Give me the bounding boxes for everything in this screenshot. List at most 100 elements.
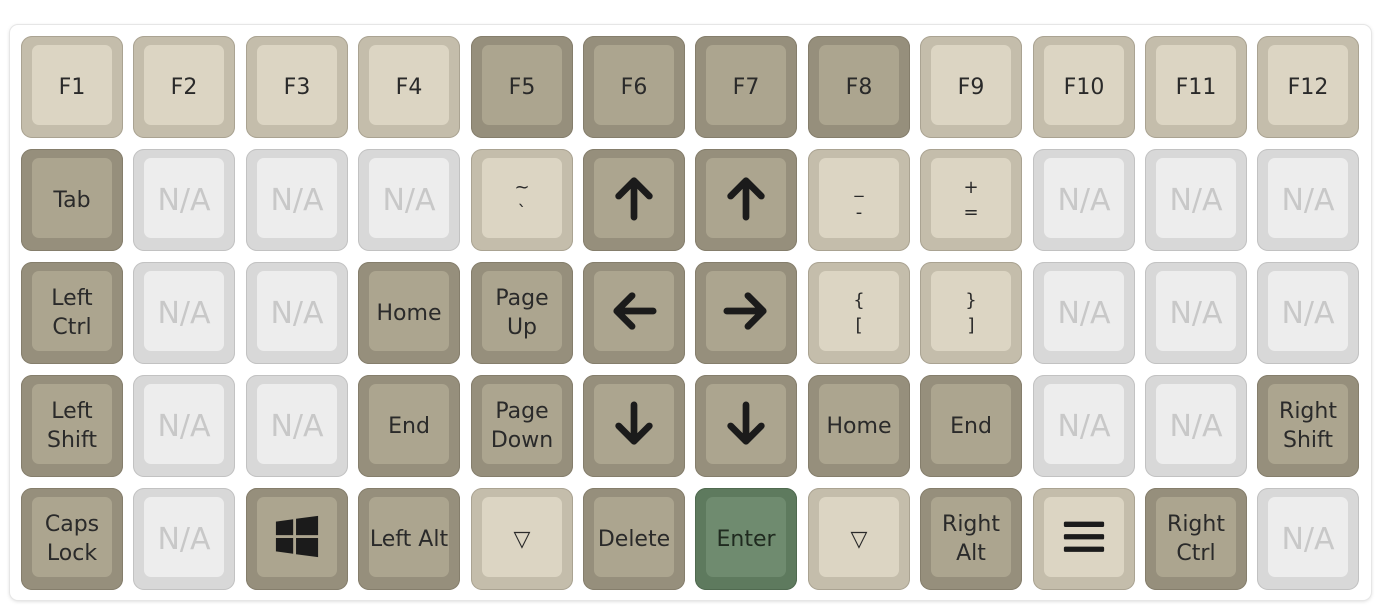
key-symbol-r1c4[interactable]: ~ ` — [471, 149, 573, 251]
key-label: Left Shift — [46, 399, 97, 453]
key-symbol-r1c8[interactable]: + = — [920, 149, 1022, 251]
arrow-left-icon — [611, 288, 657, 338]
key-label: N/A — [1169, 408, 1223, 444]
key-n-a-r2c11[interactable]: N/A — [1257, 262, 1359, 364]
key-label: N/A — [1057, 182, 1111, 218]
key-f6-r0c5[interactable]: F6 — [583, 36, 685, 138]
key-label: Left Ctrl — [51, 286, 93, 340]
key-label: Home — [376, 300, 442, 326]
key-right-shift-r3c11[interactable]: Right Shift — [1257, 375, 1359, 477]
key-n-a-r2c2[interactable]: N/A — [246, 262, 348, 364]
arrow-down-icon — [723, 401, 769, 451]
key-label: Home — [826, 413, 892, 439]
key-label: N/A — [270, 182, 324, 218]
key-n-a-r1c2[interactable]: N/A — [246, 149, 348, 251]
key-n-a-r3c2[interactable]: N/A — [246, 375, 348, 477]
key-label: N/A — [1169, 295, 1223, 331]
key-label: Right Alt — [942, 512, 1000, 566]
key-windows-r4c2[interactable] — [246, 488, 348, 590]
key-label: Delete — [597, 526, 671, 552]
key-arrow-down-r3c5[interactable] — [583, 375, 685, 477]
key-f8-r0c7[interactable]: F8 — [808, 36, 910, 138]
key-label: Page Up — [495, 286, 549, 340]
key-label: N/A — [1169, 182, 1223, 218]
windows-icon — [274, 514, 320, 564]
key-tab-r1c0[interactable]: Tab — [21, 149, 123, 251]
key-label: N/A — [157, 408, 211, 444]
key-home-r2c3[interactable]: Home — [358, 262, 460, 364]
key-arrow-left-r2c5[interactable] — [583, 262, 685, 364]
key-arrow-up-r1c6[interactable] — [695, 149, 797, 251]
menu-icon — [1061, 514, 1107, 564]
key-arrow-right-r2c6[interactable] — [695, 262, 797, 364]
key-f2-r0c1[interactable]: F2 — [133, 36, 235, 138]
key-label: F3 — [283, 74, 311, 100]
key-label: Enter — [716, 526, 776, 552]
key-label: N/A — [1281, 295, 1335, 331]
key-n-a-r3c10[interactable]: N/A — [1145, 375, 1247, 477]
key-f5-r0c4[interactable]: F5 — [471, 36, 573, 138]
key-symbol-r1c7[interactable]: _ - — [808, 149, 910, 251]
key-n-a-r2c9[interactable]: N/A — [1033, 262, 1135, 364]
key-menu-r4c9[interactable] — [1033, 488, 1135, 590]
key-n-a-r1c10[interactable]: N/A — [1145, 149, 1247, 251]
key-label: Page Down — [490, 399, 554, 453]
key-symbol-r2c8[interactable]: } ] — [920, 262, 1022, 364]
key-f7-r0c6[interactable]: F7 — [695, 36, 797, 138]
key-f1-r0c0[interactable]: F1 — [21, 36, 123, 138]
key-f10-r0c9[interactable]: F10 — [1033, 36, 1135, 138]
key-label: F7 — [732, 74, 760, 100]
key-label: F6 — [620, 74, 648, 100]
key-label: N/A — [157, 295, 211, 331]
key-label: Tab — [53, 187, 91, 213]
key-f11-r0c10[interactable]: F11 — [1145, 36, 1247, 138]
key-n-a-r1c3[interactable]: N/A — [358, 149, 460, 251]
arrow-right-icon — [723, 288, 769, 338]
key-f3-r0c2[interactable]: F3 — [246, 36, 348, 138]
key-label: } ] — [965, 290, 977, 336]
key-label: F10 — [1063, 74, 1105, 100]
key-page-up-r2c4[interactable]: Page Up — [471, 262, 573, 364]
key-delete-r4c5[interactable]: Delete — [583, 488, 685, 590]
key-right-alt-r4c8[interactable]: Right Alt — [920, 488, 1022, 590]
key-f9-r0c8[interactable]: F9 — [920, 36, 1022, 138]
key-label: F9 — [957, 74, 985, 100]
key-end-r3c3[interactable]: End — [358, 375, 460, 477]
key-label: ▽ — [850, 526, 868, 552]
key-label: ~ ` — [514, 177, 530, 223]
key-label: Caps Lock — [44, 512, 100, 566]
key-n-a-r1c9[interactable]: N/A — [1033, 149, 1135, 251]
key-symbol-r4c4[interactable]: ▽ — [471, 488, 573, 590]
key-n-a-r3c1[interactable]: N/A — [133, 375, 235, 477]
key-left-ctrl-r2c0[interactable]: Left Ctrl — [21, 262, 123, 364]
key-label: F11 — [1175, 74, 1217, 100]
key-home-r3c7[interactable]: Home — [808, 375, 910, 477]
key-left-shift-r3c0[interactable]: Left Shift — [21, 375, 123, 477]
key-f4-r0c3[interactable]: F4 — [358, 36, 460, 138]
key-caps-lock-r4c0[interactable]: Caps Lock — [21, 488, 123, 590]
key-arrow-up-r1c5[interactable] — [583, 149, 685, 251]
key-n-a-r1c11[interactable]: N/A — [1257, 149, 1359, 251]
key-n-a-r1c1[interactable]: N/A — [133, 149, 235, 251]
key-page-down-r3c4[interactable]: Page Down — [471, 375, 573, 477]
arrow-up-icon — [723, 175, 769, 225]
key-left-alt-r4c3[interactable]: Left Alt — [358, 488, 460, 590]
key-label: F4 — [395, 74, 423, 100]
key-enter-r4c6[interactable]: Enter — [695, 488, 797, 590]
key-n-a-r4c1[interactable]: N/A — [133, 488, 235, 590]
key-symbol-r4c7[interactable]: ▽ — [808, 488, 910, 590]
key-f12-r0c11[interactable]: F12 — [1257, 36, 1359, 138]
key-label: Right Ctrl — [1167, 512, 1225, 566]
key-label: + = — [963, 177, 979, 223]
key-n-a-r2c1[interactable]: N/A — [133, 262, 235, 364]
key-right-ctrl-r4c10[interactable]: Right Ctrl — [1145, 488, 1247, 590]
key-end-r3c8[interactable]: End — [920, 375, 1022, 477]
key-label: End — [388, 413, 430, 439]
key-label: F8 — [845, 74, 873, 100]
key-label: N/A — [382, 182, 436, 218]
key-arrow-down-r3c6[interactable] — [695, 375, 797, 477]
key-n-a-r3c9[interactable]: N/A — [1033, 375, 1135, 477]
key-n-a-r2c10[interactable]: N/A — [1145, 262, 1247, 364]
key-symbol-r2c7[interactable]: { [ — [808, 262, 910, 364]
key-n-a-r4c11[interactable]: N/A — [1257, 488, 1359, 590]
